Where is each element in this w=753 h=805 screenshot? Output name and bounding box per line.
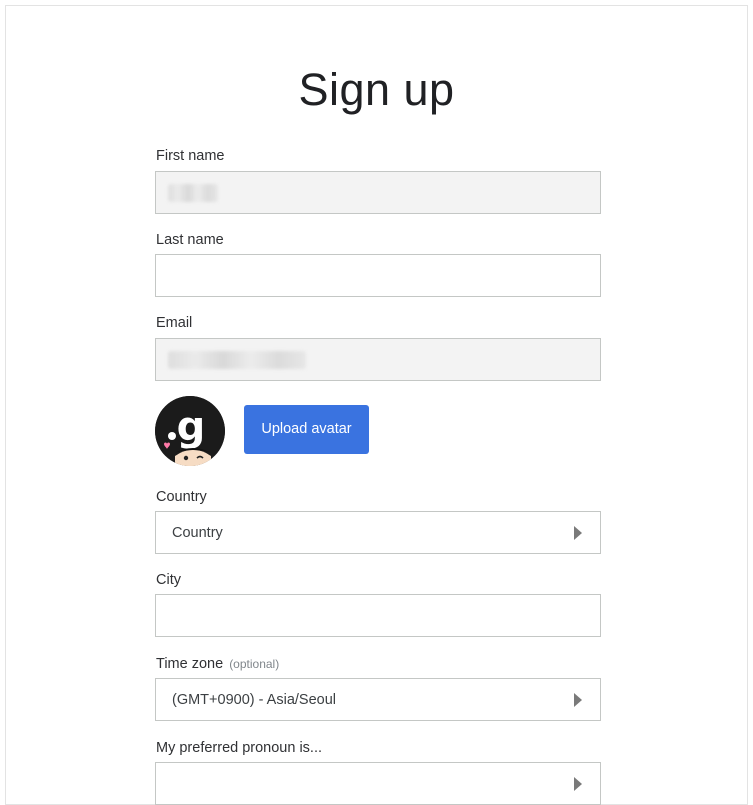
caret-right-icon bbox=[574, 526, 582, 540]
first-name-value-redacted bbox=[168, 184, 218, 202]
city-field[interactable] bbox=[155, 594, 601, 637]
country-select[interactable]: Country bbox=[155, 511, 601, 554]
caret-right-icon bbox=[574, 693, 582, 707]
avatar-image: g bbox=[155, 396, 225, 466]
optional-tag: (optional) bbox=[229, 657, 280, 671]
email-value-redacted bbox=[168, 351, 306, 369]
page-title: Sign up bbox=[298, 64, 455, 115]
country-selected-value: Country bbox=[172, 525, 223, 541]
time-zone-select[interactable]: (GMT+0900) - Asia/Seoul bbox=[155, 678, 601, 721]
last-name-label: Last name bbox=[156, 232, 224, 248]
city-label: City bbox=[156, 572, 181, 588]
caret-right-icon bbox=[574, 777, 582, 791]
country-label: Country bbox=[156, 489, 207, 505]
first-name-label: First name bbox=[156, 148, 225, 164]
time-zone-selected-value: (GMT+0900) - Asia/Seoul bbox=[172, 692, 337, 708]
time-zone-label-text: Time zone bbox=[156, 656, 224, 672]
first-name-field[interactable] bbox=[155, 171, 601, 214]
email-label: Email bbox=[156, 315, 193, 331]
time-zone-label: Time zone (optional) bbox=[156, 655, 279, 673]
last-name-field[interactable] bbox=[155, 254, 601, 297]
svg-text:g: g bbox=[177, 404, 206, 450]
upload-avatar-button[interactable]: Upload avatar bbox=[244, 405, 369, 454]
pronoun-label: My preferred pronoun is... bbox=[156, 740, 323, 756]
email-field[interactable] bbox=[155, 338, 601, 381]
pronoun-select[interactable] bbox=[155, 762, 601, 805]
